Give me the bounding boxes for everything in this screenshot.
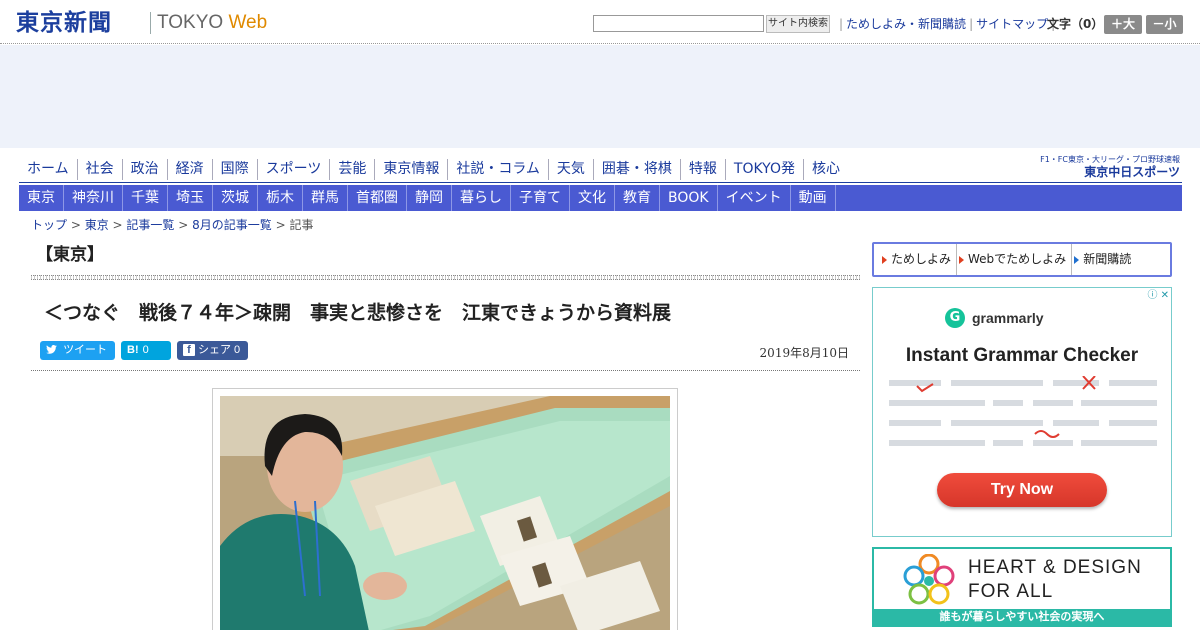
chunichi-title: 東京中日スポーツ [1084, 165, 1180, 179]
nav-item-tokyo-hatsu[interactable]: TOKYO発 [724, 159, 803, 180]
nav-item-world[interactable]: 国際 [211, 159, 257, 180]
region-item-video[interactable]: 動画 [791, 185, 836, 211]
nav-item-home[interactable]: ホーム [19, 159, 77, 180]
font-decrease-button[interactable]: －小 [1146, 15, 1183, 34]
header-link-sitemap[interactable]: サイトマップ [976, 17, 1048, 31]
breadcrumb: トップ > 東京 > 記事一覧 > 8月の記事一覧 > 記事 [31, 218, 314, 232]
text-lines-illustration [889, 376, 1157, 446]
region-item-culture[interactable]: 文化 [570, 185, 615, 211]
nav-item-entertainment[interactable]: 芸能 [329, 159, 374, 180]
facebook-share-label: シェア 0 [198, 344, 241, 356]
nav-item-sports[interactable]: スポーツ [256, 159, 330, 180]
search-input[interactable] [593, 15, 764, 32]
breadcrumb-tokyo[interactable]: 東京 [85, 218, 109, 232]
region-item-shizuoka[interactable]: 静岡 [407, 185, 452, 211]
nav-item-tokuho[interactable]: 特報 [679, 159, 725, 180]
publish-date: 2019年8月10日 [759, 346, 849, 360]
hatena-bookmark-icon: B! [127, 344, 139, 356]
logo-en-text: TOKYO [157, 12, 229, 33]
region-item-kanagawa[interactable]: 神奈川 [64, 185, 123, 211]
try-now-button[interactable]: Try Now [937, 473, 1107, 507]
hatena-count: 0 [142, 344, 149, 356]
region-item-ibaraki[interactable]: 茨城 [213, 185, 258, 211]
nav-item-society[interactable]: 社会 [76, 159, 122, 180]
nav-item-kakushin[interactable]: 核心 [802, 159, 848, 180]
chunichi-tagline: F1・FC東京・大リーグ・プロ野球速報 [1040, 155, 1180, 164]
nav-item-politics[interactable]: 政治 [121, 159, 167, 180]
main-nav-list: ホーム 社会 政治 経済 国際 スポーツ 芸能 東京情報 社説・コラム 天気 囲… [19, 159, 848, 180]
ad-headline: Instant Grammar Checker [905, 345, 1139, 366]
nav-item-tokyo-info[interactable]: 東京情報 [374, 159, 447, 180]
header-links: | ためしよみ・新聞購読 | サイトマップ | [836, 16, 1058, 32]
link-subscribe[interactable]: 新聞購読 [1071, 244, 1136, 275]
top-ad-banner [0, 45, 1200, 148]
breadcrumb-current: 記事 [289, 218, 314, 232]
site-logo[interactable]: 東京新聞 [16, 9, 112, 37]
breadcrumb-top[interactable]: トップ [31, 218, 67, 232]
region-item-tokyo[interactable]: 東京 [19, 185, 64, 211]
article-photo-image [220, 396, 670, 630]
section-title: 【東京】 [36, 245, 104, 265]
region-item-chiba[interactable]: 千葉 [123, 185, 168, 211]
facebook-icon: f [183, 344, 195, 356]
header-link-subscribe[interactable]: ためしよみ・新聞購読 [846, 17, 966, 31]
main-navigation: ホーム 社会 政治 経済 国際 スポーツ 芸能 東京情報 社説・コラム 天気 囲… [19, 154, 1182, 183]
font-increase-button[interactable]: ＋大 [1104, 15, 1142, 34]
search-button[interactable]: サイト内検索 [766, 15, 830, 33]
grammarly-ad[interactable]: ⓘ ✕ G grammarly Instant Grammar Checker … [872, 287, 1172, 537]
hatena-bookmark-button[interactable]: B! 0 [121, 341, 171, 360]
region-item-tochigi[interactable]: 栃木 [258, 185, 303, 211]
region-item-saitama[interactable]: 埼玉 [168, 185, 213, 211]
breadcrumb-august-list[interactable]: 8月の記事一覧 [192, 218, 272, 232]
meta-divider [31, 370, 860, 371]
ad-heart-caption: 誰もが暮らしやすい社会の実現へ [874, 609, 1170, 625]
breadcrumb-article-list[interactable]: 記事一覧 [126, 218, 174, 232]
link-trial-reading[interactable]: ためしよみ [880, 244, 956, 275]
region-item-parenting[interactable]: 子育て [511, 185, 570, 211]
ad-choices-icon[interactable]: ⓘ ✕ [1147, 289, 1169, 302]
article-headline: ＜つなぐ 戦後７４年＞疎開 事実と悲惨さを 江東できょうから資料展 [44, 302, 672, 324]
region-item-book[interactable]: BOOK [660, 185, 718, 211]
region-item-metro[interactable]: 首都圏 [348, 185, 407, 211]
flower-logo-icon [903, 554, 955, 605]
region-item-events[interactable]: イベント [718, 185, 791, 211]
nav-item-editorial[interactable]: 社説・コラム [447, 159, 548, 180]
region-item-gunma[interactable]: 群馬 [303, 185, 348, 211]
heart-design-ad[interactable]: HEART & DESIGN FOR ALL 誰もが暮らしやすい社会の実現へ [872, 547, 1172, 627]
ad-heart-title: HEART & DESIGN [968, 557, 1142, 578]
header-separator: | [969, 17, 974, 31]
region-item-education[interactable]: 教育 [615, 185, 660, 211]
exhibition-photo-illustration [220, 396, 670, 630]
site-header: 東京新聞 TOKYO Web サイト内検索 | ためしよみ・新聞購読 | サイトマップ… [0, 0, 1200, 44]
twitter-bird-icon [46, 344, 63, 356]
header-separator: | [839, 17, 844, 31]
facebook-share-button[interactable]: f シェア 0 [177, 341, 248, 360]
nav-item-economy[interactable]: 経済 [166, 159, 212, 180]
nav-item-go-shogi[interactable]: 囲碁・将棋 [592, 159, 680, 180]
subscription-links: ためしよみ Webでためしよみ 新聞購読 [872, 242, 1172, 277]
grammarly-logo-icon: G [945, 308, 965, 328]
logo-divider [150, 12, 151, 34]
twitter-share-label: ツイート [63, 344, 108, 356]
nav-item-weather[interactable]: 天気 [547, 159, 593, 180]
section-divider [31, 275, 860, 280]
region-item-living[interactable]: 暮らし [452, 185, 511, 211]
site-logo-en[interactable]: TOKYO Web [157, 12, 267, 34]
region-navigation: 東京 神奈川 千葉 埼玉 茨城 栃木 群馬 首都圏 静岡 暮らし 子育て 文化 … [19, 185, 1182, 211]
font-size-label: 文字（0） [1047, 17, 1104, 31]
squiggle-icon [1034, 430, 1060, 438]
grammarly-brand: grammarly [972, 310, 1044, 326]
link-web-trial-reading[interactable]: Webでためしよみ [956, 244, 1071, 275]
subscription-link-list: ためしよみ Webでためしよみ 新聞購読 [874, 244, 1170, 275]
twitter-share-button[interactable]: ツイート [40, 341, 115, 360]
chunichi-sports-link[interactable]: F1・FC東京・大リーグ・プロ野球速報 東京中日スポーツ [1020, 154, 1180, 180]
logo-web-text: Web [228, 12, 268, 33]
ad-heart-subtitle: FOR ALL [968, 581, 1054, 602]
article-photo[interactable] [212, 388, 678, 630]
region-nav-list: 東京 神奈川 千葉 埼玉 茨城 栃木 群馬 首都圏 静岡 暮らし 子育て 文化 … [19, 185, 1182, 211]
